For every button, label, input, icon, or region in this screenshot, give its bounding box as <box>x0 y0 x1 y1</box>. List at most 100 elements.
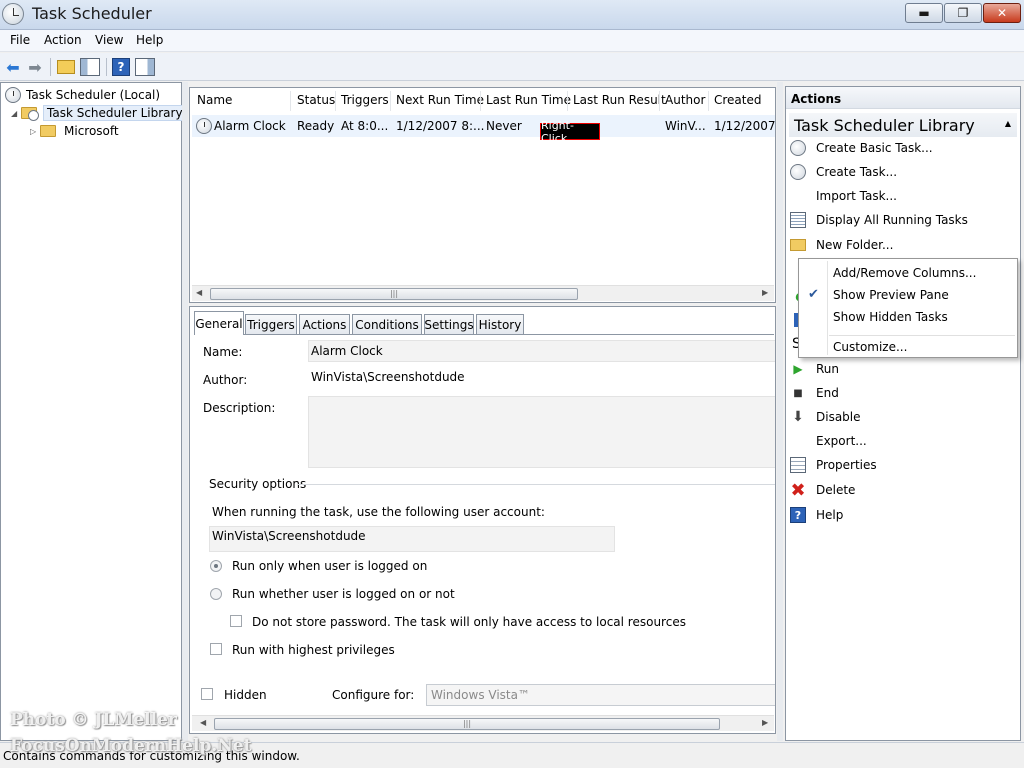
run-only-logged-on-radio[interactable] <box>210 560 222 572</box>
new-folder-icon <box>790 239 806 251</box>
tree-item-microsoft[interactable]: ▷ Microsoft <box>30 122 119 140</box>
highest-privileges-checkbox[interactable] <box>210 643 222 655</box>
menu-item-add-remove-columns[interactable]: Add/Remove Columns... <box>833 266 976 280</box>
menu-help[interactable]: Help <box>136 33 163 47</box>
show-hide-action-pane-icon[interactable] <box>135 58 155 76</box>
column-header-status[interactable]: Status <box>297 93 335 107</box>
cell-last-run-time: Never <box>486 119 522 133</box>
toolbar-separator <box>50 58 51 76</box>
action-create-basic-task[interactable]: Create Basic Task... <box>790 137 933 159</box>
action-disable[interactable]: ⬇ Disable <box>790 406 860 428</box>
action-run[interactable]: ▶ Run <box>790 358 839 380</box>
do-not-store-password-label: Do not store password. The task will onl… <box>252 615 686 629</box>
collapsed-triangle-icon[interactable]: ▷ <box>30 127 40 136</box>
section-title: Task Scheduler Library <box>794 116 975 135</box>
tree-item-task-scheduler-local[interactable]: Task Scheduler (Local) <box>5 86 160 104</box>
menu-item-show-preview-pane[interactable]: Show Preview Pane <box>833 288 949 302</box>
column-header-next-run-time[interactable]: Next Run Time <box>396 93 484 107</box>
highest-privileges-label: Run with highest privileges <box>232 643 395 657</box>
tab-conditions[interactable]: Conditions <box>352 314 422 334</box>
hidden-checkbox[interactable] <box>201 688 213 700</box>
menu-item-customize[interactable]: Customize... <box>833 340 907 354</box>
task-scheduler-clock-icon[interactable] <box>2 3 24 25</box>
action-end[interactable]: ■ End <box>790 382 839 404</box>
tab-strip-line <box>194 334 774 335</box>
scroll-right-icon[interactable]: ▶ <box>762 718 768 727</box>
column-header-author[interactable]: Author <box>665 93 705 107</box>
column-divider[interactable] <box>335 91 336 111</box>
name-label: Name: <box>203 345 243 359</box>
description-field[interactable] <box>308 396 775 468</box>
show-hide-console-tree-icon[interactable] <box>80 58 100 76</box>
run-whether-logged-on-label: Run whether user is logged on or not <box>232 587 455 601</box>
scroll-right-icon[interactable]: ▶ <box>762 288 768 297</box>
create-task-icon <box>790 164 806 180</box>
action-delete[interactable]: ✖ Delete <box>790 479 855 501</box>
column-header-name[interactable]: Name <box>197 93 232 107</box>
help-icon[interactable]: ? <box>112 58 130 76</box>
name-field[interactable]: Alarm Clock <box>308 340 775 362</box>
tab-settings[interactable]: Settings <box>424 314 474 334</box>
tab-actions[interactable]: Actions <box>299 314 350 334</box>
scroll-left-icon[interactable]: ◀ <box>200 718 206 727</box>
tab-history[interactable]: History <box>476 314 524 334</box>
running-tasks-icon <box>790 212 806 228</box>
right-click-annotation: Right-Click <box>540 119 600 145</box>
menu-view[interactable]: View <box>95 33 123 47</box>
list-horizontal-scrollbar[interactable]: ◀ ||| ▶ <box>192 285 774 301</box>
tab-triggers[interactable]: Triggers <box>245 314 297 334</box>
action-import-task[interactable]: Import Task... <box>790 185 897 207</box>
minimize-button[interactable]: ▬ <box>905 3 943 23</box>
column-divider[interactable] <box>659 91 660 111</box>
scroll-left-icon[interactable]: ◀ <box>196 288 202 297</box>
cell-status: Ready <box>297 119 335 133</box>
action-label: Display All Running Tasks <box>816 213 968 227</box>
column-divider[interactable] <box>567 91 568 111</box>
action-help[interactable]: ? Help <box>790 504 843 526</box>
action-display-running-tasks[interactable]: Display All Running Tasks <box>790 209 968 231</box>
close-button[interactable]: ✕ <box>983 3 1021 23</box>
column-divider[interactable] <box>708 91 709 111</box>
scrollbar-thumb[interactable]: ||| <box>214 718 720 730</box>
column-header-last-run-result[interactable]: Last Run Result <box>573 93 666 107</box>
folder-up-icon[interactable] <box>57 60 75 74</box>
action-label: New Folder... <box>816 238 894 252</box>
do-not-store-password-checkbox[interactable] <box>230 615 242 627</box>
actions-splitter[interactable] <box>777 82 783 741</box>
configure-for-select[interactable]: Windows Vista™ <box>426 684 775 706</box>
action-export[interactable]: Export... <box>790 430 867 452</box>
column-divider[interactable] <box>390 91 391 111</box>
menu-item-show-hidden-tasks[interactable]: Show Hidden Tasks <box>833 310 948 324</box>
back-arrow-icon[interactable]: ⬅ <box>4 58 22 77</box>
task-details-pane: General Triggers Actions Conditions Sett… <box>189 306 776 734</box>
expanded-triangle-icon[interactable]: ◢ <box>11 109 21 118</box>
tree-item-task-scheduler-library[interactable]: ◢ Task Scheduler Library <box>11 104 187 122</box>
column-divider[interactable] <box>480 91 481 111</box>
help-icon: ? <box>790 507 806 523</box>
minimize-icon: ▬ <box>918 6 930 20</box>
maximize-button[interactable]: ❐ <box>944 3 982 23</box>
column-divider[interactable] <box>290 91 291 111</box>
groupbox-border <box>298 484 775 485</box>
security-options-title: Security options <box>209 477 307 491</box>
tree-splitter[interactable] <box>182 82 188 741</box>
details-horizontal-scrollbar[interactable]: ◀ ||| ▶ <box>192 715 774 731</box>
forward-arrow-icon[interactable]: ➡ <box>26 58 44 77</box>
tab-general[interactable]: General <box>194 311 244 335</box>
collapse-icon[interactable]: ▲ <box>1005 119 1011 128</box>
menu-bar: File Action View Help <box>0 30 1024 52</box>
action-create-task[interactable]: Create Task... <box>790 161 897 183</box>
column-header-created[interactable]: Created <box>714 93 762 107</box>
scrollbar-thumb[interactable]: ||| <box>210 288 578 300</box>
menu-action[interactable]: Action <box>44 33 82 47</box>
column-header-triggers[interactable]: Triggers <box>341 93 389 107</box>
run-whether-logged-on-radio[interactable] <box>210 588 222 600</box>
menu-file[interactable]: File <box>10 33 30 47</box>
action-properties[interactable]: Properties <box>790 454 877 476</box>
section-task-scheduler-library[interactable]: Task Scheduler Library ▲ <box>789 113 1017 137</box>
tree-item-label: Microsoft <box>64 124 119 138</box>
column-header-last-run-time[interactable]: Last Run Time <box>486 93 571 107</box>
cell-created: 1/12/2007 2 <box>714 119 776 133</box>
action-new-folder[interactable]: New Folder... <box>790 234 893 256</box>
restore-icon: ❐ <box>957 6 969 20</box>
